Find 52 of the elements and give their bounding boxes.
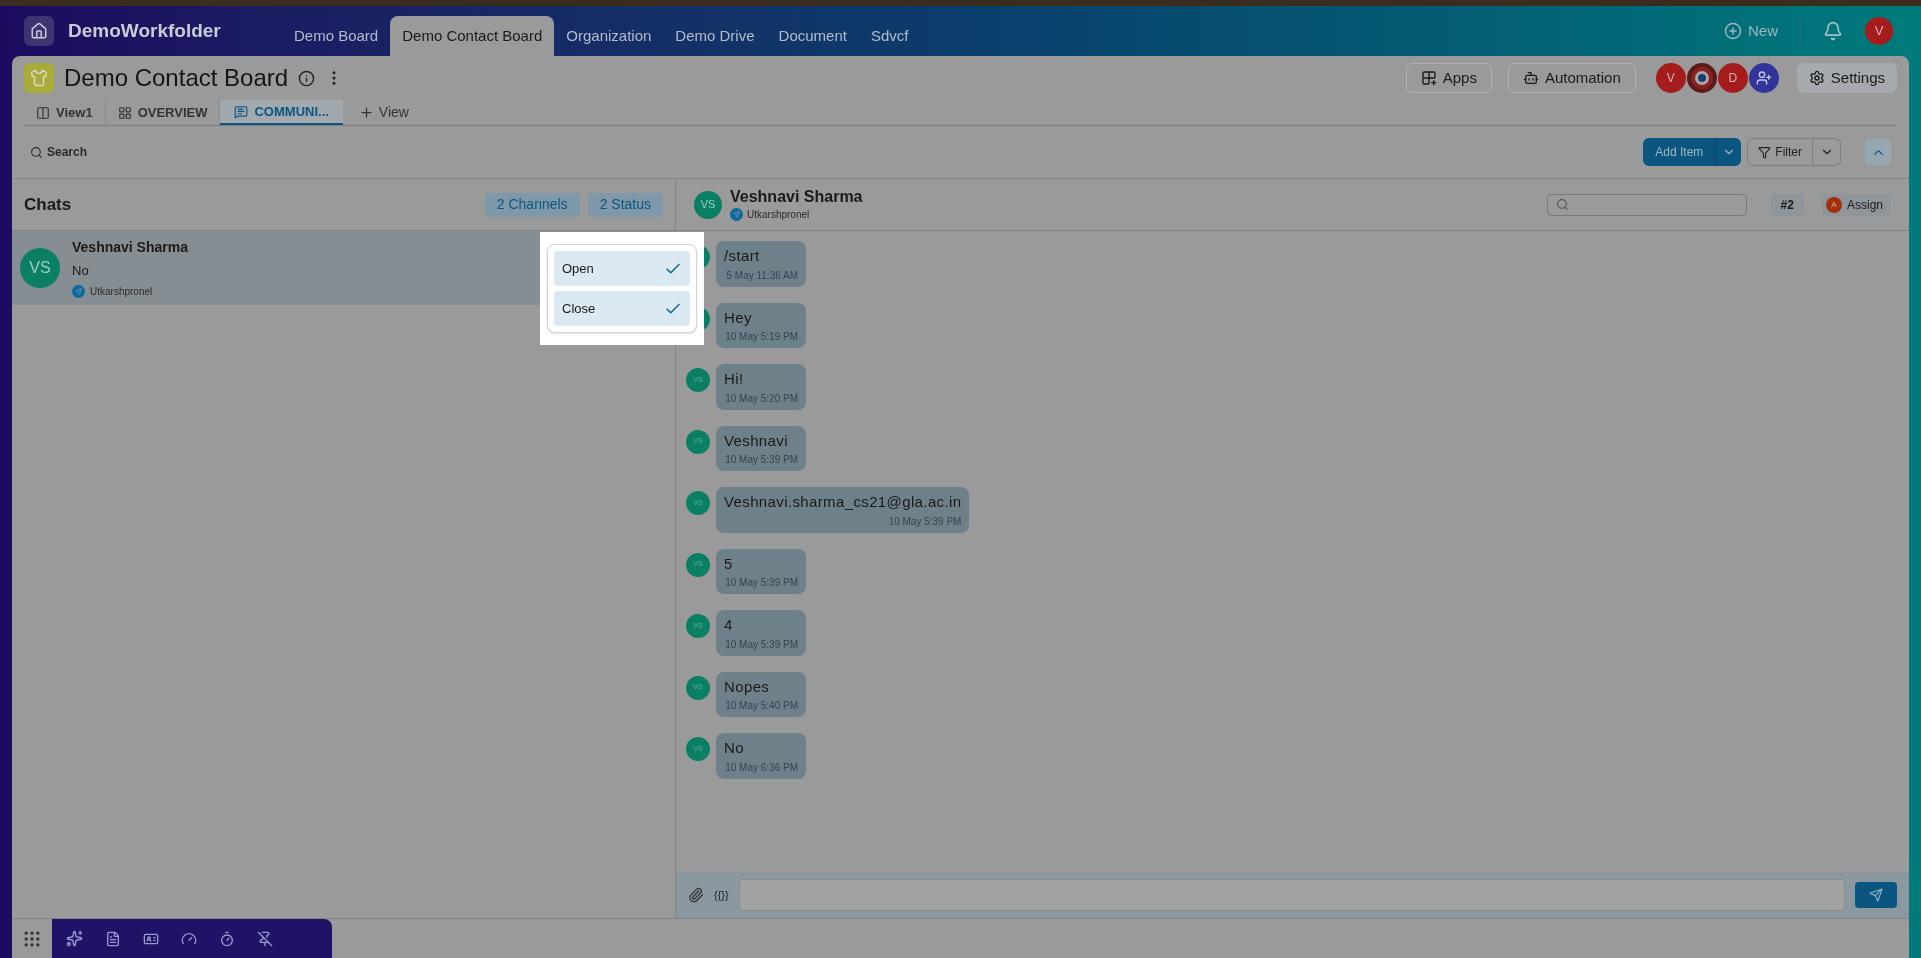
message-text: Hey xyxy=(724,307,753,328)
status-option[interactable]: Close xyxy=(554,291,690,326)
board-tab[interactable]: Demo Drive xyxy=(663,16,767,56)
last-message: No xyxy=(72,262,90,281)
settings-button[interactable]: Settings xyxy=(1796,63,1897,93)
member-avatar[interactable]: D xyxy=(1717,63,1748,93)
message-time: 10 May 5:39 PM xyxy=(725,576,798,590)
message-time: 10 May 5:39 PM xyxy=(725,453,798,467)
contact-avatar: VS xyxy=(20,248,60,288)
message-time: 10 May 5:19 PM xyxy=(725,330,798,344)
message-text: Hi! xyxy=(724,369,745,389)
user-avatar[interactable]: V xyxy=(1865,17,1893,45)
chats-title: Chats xyxy=(24,193,72,216)
workspace-name: DemoWorkfolder xyxy=(68,18,221,43)
assignee-avatar: A xyxy=(1825,196,1842,213)
channel-name: Utkarshpronel xyxy=(90,284,153,299)
filter-button[interactable]: Filter xyxy=(1747,138,1813,166)
channel-name: Utkarshpronel xyxy=(747,208,810,222)
apps-button[interactable]: Apps xyxy=(1405,63,1492,93)
message-time: 10 May 5:39 PM xyxy=(888,514,962,529)
board-tab[interactable]: Sdvcf xyxy=(858,16,921,56)
add-item-button[interactable]: Add Item xyxy=(1643,138,1716,166)
automation-button[interactable]: Automation xyxy=(1507,63,1636,93)
message-time: 10 May 5:20 PM xyxy=(725,391,798,406)
board-tab[interactable]: Organization xyxy=(554,16,664,56)
variables-button[interactable]: {{}} xyxy=(714,886,729,904)
add-view-button[interactable]: View xyxy=(342,100,425,125)
status-option[interactable]: Open xyxy=(554,251,690,286)
message-text: Veshnavi xyxy=(724,430,789,451)
contact-name: Veshnavi Sharma xyxy=(72,238,188,258)
message-time: 10 May 6:36 PM xyxy=(725,760,798,775)
assign-button[interactable]: A Assign xyxy=(1821,193,1891,216)
message-text: No xyxy=(724,738,745,758)
board-tab[interactable]: Demo Contact Board xyxy=(390,16,555,56)
message-time: 5 May 11:36 AM xyxy=(726,268,798,283)
contact-name: Veshnavi Sharma xyxy=(730,187,863,207)
message-text: 4 xyxy=(724,615,734,635)
board-tab[interactable]: Demo Board xyxy=(282,16,391,56)
message-time: 10 May 5:39 PM xyxy=(725,637,798,652)
ticket-number: #2 xyxy=(1770,193,1804,216)
member-avatar[interactable]: V xyxy=(1655,63,1686,93)
message-text: Nopes xyxy=(724,676,771,697)
message-text: 5 xyxy=(724,553,734,574)
message-time: 10 May 5:40 PM xyxy=(725,699,798,713)
board-title: Demo Contact Board xyxy=(64,63,289,93)
message-text: /start xyxy=(724,246,761,266)
board-tab[interactable]: Document xyxy=(766,16,859,56)
view-tab[interactable]: COMMUNI... xyxy=(220,100,343,125)
contact-avatar: VS xyxy=(694,190,722,219)
search-button[interactable]: Search xyxy=(30,143,88,161)
message-text: Veshnavi.sharma_cs21@gla.ac.in xyxy=(724,492,962,512)
view-tab[interactable]: View1 xyxy=(24,100,106,125)
